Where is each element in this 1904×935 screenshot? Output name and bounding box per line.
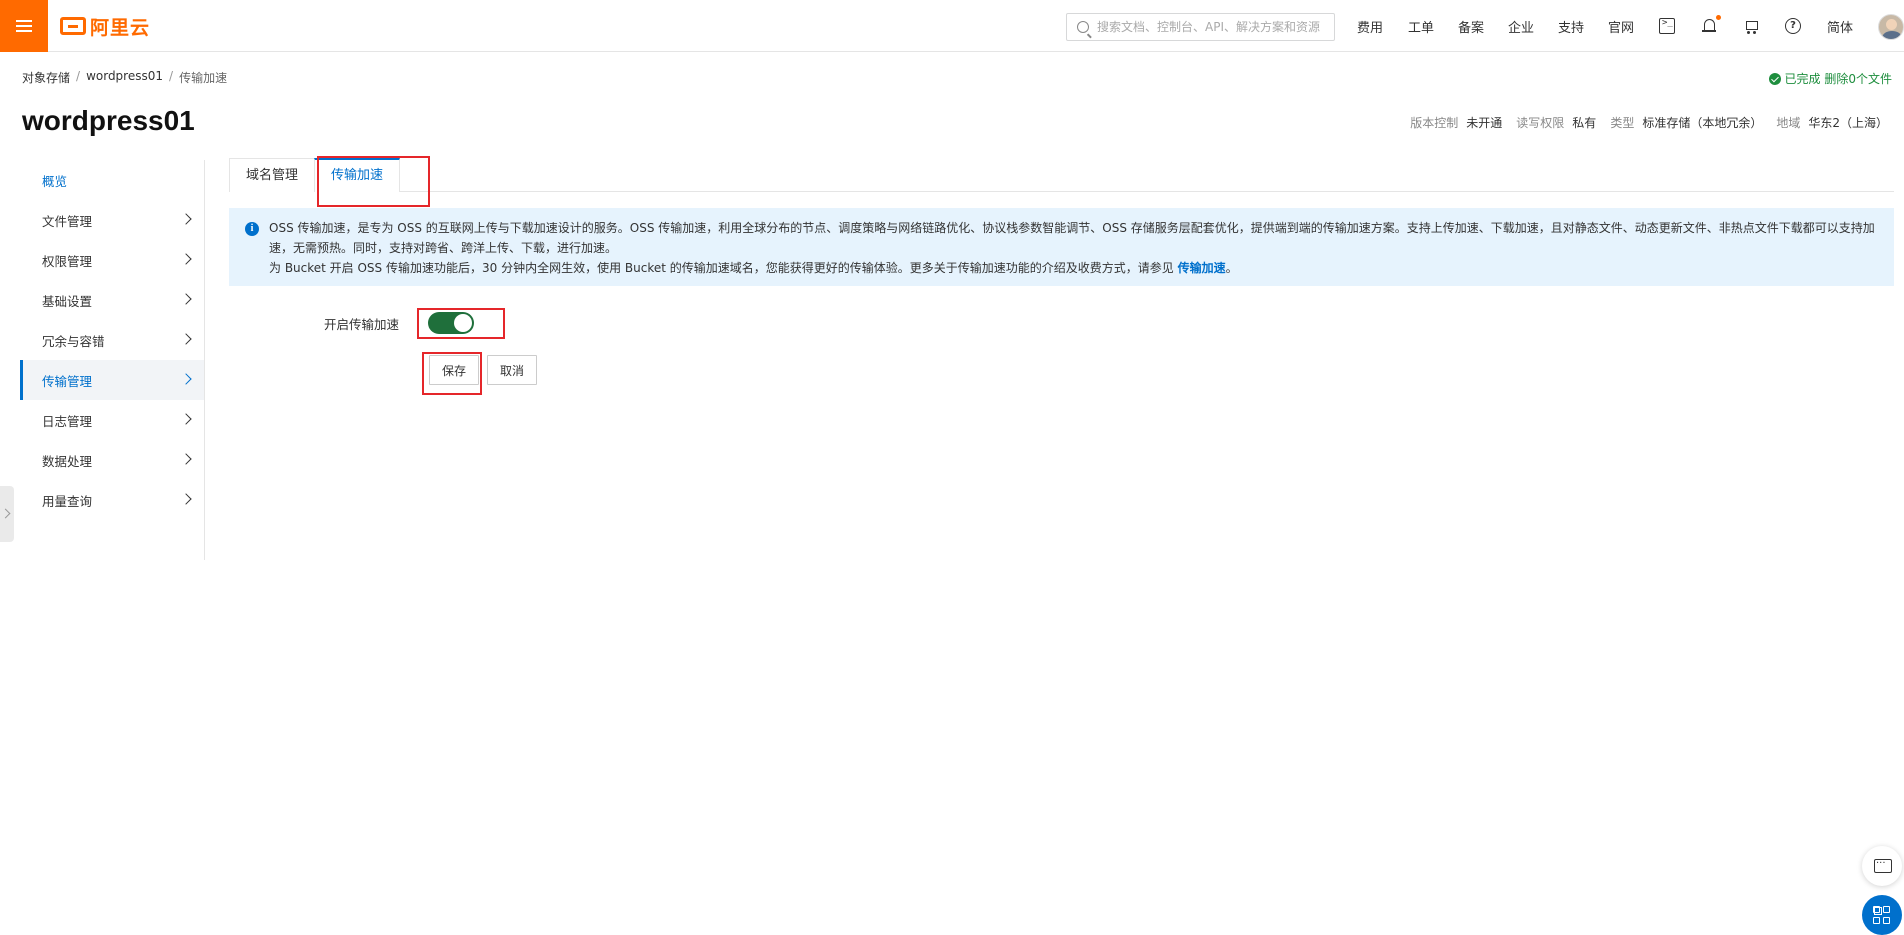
save-button[interactable]: 保存 bbox=[429, 355, 479, 385]
tab-bar: 域名管理 传输加速 bbox=[229, 158, 1894, 192]
task-status[interactable]: 已完成 删除0个文件 bbox=[1768, 70, 1892, 87]
top-nav-tickets[interactable]: 工单 bbox=[1408, 0, 1434, 52]
meta-region: 地域 华东2（上海） bbox=[1776, 116, 1888, 130]
top-nav-enterprise[interactable]: 企业 bbox=[1508, 0, 1534, 52]
bucket-meta: 版本控制 未开通 读写权限 私有 类型 标准存储（本地冗余） 地域 华东2（上海） bbox=[1410, 114, 1888, 131]
notification-dot bbox=[1716, 15, 1721, 20]
top-nav-official-site[interactable]: 官网 bbox=[1608, 0, 1634, 52]
chevron-right-icon bbox=[180, 413, 192, 425]
breadcrumb-bucket[interactable]: wordpress01 bbox=[86, 69, 163, 86]
meta-versioning: 版本控制 未开通 bbox=[1410, 116, 1503, 130]
acceleration-toggle-label: 开启传输加速 bbox=[324, 317, 400, 332]
chevron-right-icon bbox=[180, 213, 192, 225]
search-icon bbox=[1077, 21, 1089, 33]
language-switch[interactable]: 简体 bbox=[1827, 0, 1853, 52]
task-status-text: 已完成 删除0个文件 bbox=[1784, 72, 1892, 86]
bell-icon[interactable] bbox=[1701, 18, 1717, 34]
page-title: wordpress01 bbox=[22, 105, 195, 136]
sidebar-item-basic-settings[interactable]: 基础设置 bbox=[20, 280, 204, 320]
breadcrumb: 对象存储 / wordpress01 / 传输加速 bbox=[22, 69, 227, 86]
menu-icon[interactable] bbox=[0, 0, 48, 52]
breadcrumb-current: 传输加速 bbox=[179, 71, 228, 85]
aliyun-logo[interactable]: 阿里云 bbox=[60, 14, 151, 39]
chevron-right-icon bbox=[180, 253, 192, 265]
chevron-right-icon bbox=[180, 333, 192, 345]
info-icon: i bbox=[245, 222, 259, 236]
top-bar: 阿里云 费用 工单 备案 企业 支持 官网 ? 简体 bbox=[0, 0, 1904, 52]
top-nav-icp[interactable]: 备案 bbox=[1458, 0, 1484, 52]
chevron-right-icon bbox=[180, 373, 192, 385]
chevron-right-icon bbox=[180, 453, 192, 465]
help-icon[interactable]: ? bbox=[1785, 18, 1801, 34]
global-search[interactable] bbox=[1066, 13, 1335, 41]
sidebar-item-transfer[interactable]: 传输管理 bbox=[20, 360, 204, 400]
breadcrumb-separator: / bbox=[76, 69, 81, 83]
banner-text-line1: OSS 传输加速，是专为 OSS 的互联网上传与下载加速设计的服务。OSS 传输… bbox=[269, 221, 1875, 255]
feedback-chat-icon[interactable] bbox=[1862, 846, 1902, 886]
info-banner: i OSS 传输加速，是专为 OSS 的互联网上传与下载加速设计的服务。OSS … bbox=[229, 208, 1894, 286]
acceleration-toggle[interactable] bbox=[428, 312, 474, 334]
tab-transfer-acceleration[interactable]: 传输加速 bbox=[314, 158, 401, 192]
meta-acl: 读写权限 私有 bbox=[1516, 116, 1597, 130]
sidebar-item-redundancy[interactable]: 冗余与容错 bbox=[20, 320, 204, 360]
logo-mark bbox=[60, 17, 86, 35]
banner-text-line2: 为 Bucket 开启 OSS 传输加速功能后，30 分钟内全网生效，使用 Bu… bbox=[269, 261, 1238, 275]
sidebar-collapse-handle[interactable] bbox=[0, 486, 14, 542]
breadcrumb-separator: / bbox=[169, 69, 174, 83]
chevron-right-icon bbox=[180, 293, 192, 305]
sidebar-item-permissions[interactable]: 权限管理 bbox=[20, 240, 204, 280]
user-avatar[interactable] bbox=[1878, 14, 1904, 40]
sidebar-item-usage[interactable]: 用量查询 bbox=[20, 480, 204, 520]
terminal-icon[interactable] bbox=[1659, 18, 1675, 34]
sidebar-item-overview[interactable]: 概览 bbox=[20, 160, 204, 200]
sidebar-item-files[interactable]: 文件管理 bbox=[20, 200, 204, 240]
bucket-sidebar: 概览 文件管理 权限管理 基础设置 冗余与容错 传输管理 日志管理 数据处理 用… bbox=[20, 160, 205, 560]
cart-icon[interactable] bbox=[1743, 18, 1759, 34]
apps-grid-icon[interactable] bbox=[1862, 895, 1902, 935]
cancel-button[interactable]: 取消 bbox=[487, 355, 537, 385]
sidebar-item-logs[interactable]: 日志管理 bbox=[20, 400, 204, 440]
top-nav-support[interactable]: 支持 bbox=[1558, 0, 1584, 52]
search-input[interactable] bbox=[1097, 20, 1327, 34]
breadcrumb-oss[interactable]: 对象存储 bbox=[22, 69, 70, 86]
logo-text: 阿里云 bbox=[90, 16, 151, 39]
tab-domain-management[interactable]: 域名管理 bbox=[229, 158, 316, 192]
check-circle-icon bbox=[1768, 72, 1781, 85]
meta-storage-class: 类型 标准存储（本地冗余） bbox=[1610, 116, 1763, 130]
chevron-right-icon bbox=[180, 493, 192, 505]
transfer-acceleration-doc-link[interactable]: 传输加速 bbox=[1178, 261, 1226, 275]
top-nav-fees[interactable]: 费用 bbox=[1357, 0, 1383, 52]
toggle-knob bbox=[454, 314, 472, 332]
sidebar-item-data-processing[interactable]: 数据处理 bbox=[20, 440, 204, 480]
